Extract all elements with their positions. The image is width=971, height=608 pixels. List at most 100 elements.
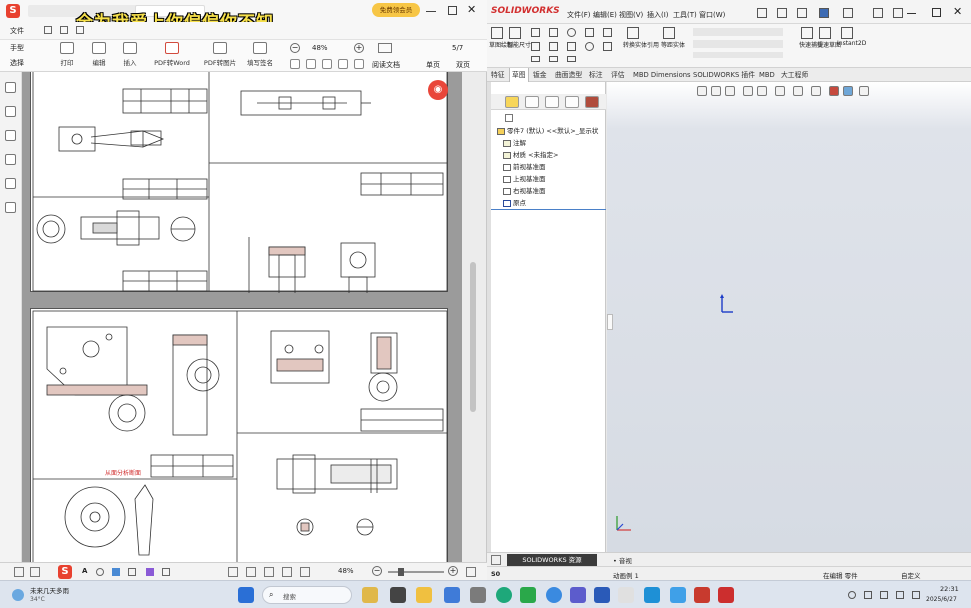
member-badge[interactable]: 免费领会员 bbox=[372, 3, 420, 17]
thumbnail-icon[interactable] bbox=[5, 82, 16, 93]
read-mode-button[interactable]: 阅读文档 bbox=[372, 60, 400, 70]
point-icon[interactable] bbox=[531, 56, 540, 62]
floating-action-icon[interactable]: ◉ bbox=[428, 80, 448, 100]
zoom-fit-icon[interactable] bbox=[697, 86, 707, 96]
instant2d-button[interactable]: Instant2D bbox=[837, 40, 866, 47]
weather-icon[interactable] bbox=[12, 589, 24, 601]
offset-entities-icon[interactable] bbox=[663, 27, 675, 39]
offset-entities-button[interactable]: 等距实体 bbox=[661, 40, 685, 49]
dynamic-annotation-icon[interactable] bbox=[757, 86, 767, 96]
start-icon[interactable] bbox=[238, 587, 254, 603]
file-explorer-icon[interactable] bbox=[416, 587, 432, 603]
app2-icon[interactable] bbox=[618, 587, 634, 603]
outline-icon[interactable] bbox=[30, 567, 40, 577]
status-zoom-in-icon[interactable]: + bbox=[448, 566, 458, 576]
thumb-panel-icon[interactable] bbox=[14, 567, 24, 577]
polygon-icon[interactable] bbox=[567, 42, 576, 51]
tray-volume-icon[interactable] bbox=[896, 591, 904, 599]
task-pane-icon[interactable] bbox=[491, 555, 501, 565]
tray-network-icon[interactable] bbox=[880, 591, 888, 599]
tree-item-top-plane[interactable]: 上视基准面 bbox=[503, 174, 546, 184]
feishu-icon[interactable] bbox=[644, 587, 660, 603]
zoom-slider[interactable] bbox=[388, 571, 444, 573]
mail-icon[interactable] bbox=[444, 587, 460, 603]
section-view-icon[interactable] bbox=[743, 86, 753, 96]
scroll-thumb[interactable] bbox=[470, 262, 476, 412]
smart-dimension-icon[interactable] bbox=[509, 27, 521, 39]
fillet-icon[interactable] bbox=[549, 42, 558, 51]
mirror-entities-item[interactable] bbox=[693, 28, 783, 36]
pdf-page-canvas[interactable]: 从面分析断面 bbox=[22, 72, 462, 562]
circle-icon[interactable] bbox=[567, 28, 576, 37]
task-view-icon[interactable] bbox=[390, 587, 406, 603]
rectangle-icon[interactable] bbox=[549, 28, 558, 37]
clock-time[interactable]: 22:31 bbox=[940, 585, 959, 593]
units-status[interactable]: 自定义 bbox=[901, 570, 921, 580]
smart-dimension-button[interactable]: 智能尺寸 bbox=[507, 40, 531, 49]
prev-page-icon[interactable] bbox=[306, 59, 316, 69]
tab-mbd-dimensions[interactable]: MBD Dimensions bbox=[631, 68, 693, 82]
search-icon[interactable] bbox=[5, 154, 16, 165]
panel-collapse-handle[interactable] bbox=[607, 314, 613, 330]
signature-icon[interactable] bbox=[5, 202, 16, 213]
open-file-icon[interactable] bbox=[797, 8, 807, 18]
tree-item-origin[interactable]: 原点 bbox=[503, 198, 526, 208]
view-settings-icon[interactable] bbox=[859, 86, 869, 96]
arc-icon[interactable] bbox=[585, 28, 594, 37]
maximize-icon[interactable] bbox=[448, 6, 457, 15]
text-icon[interactable] bbox=[603, 42, 612, 51]
fill-sign-button[interactable]: 填写签名 bbox=[244, 40, 276, 72]
insert-button[interactable]: 插入 bbox=[118, 40, 142, 72]
tab-surfaces[interactable]: 曲面造型 bbox=[553, 68, 584, 82]
menu-file[interactable]: 文件 bbox=[10, 26, 24, 36]
taskbar-search[interactable]: ⌕ 搜索 bbox=[262, 586, 352, 604]
status-zoom[interactable]: 48% bbox=[338, 567, 354, 575]
spline-icon[interactable] bbox=[603, 28, 612, 37]
brush-icon[interactable] bbox=[146, 568, 154, 576]
linear-pattern-item[interactable] bbox=[693, 40, 783, 48]
rotate-icon[interactable] bbox=[378, 43, 392, 53]
status-zoom-out-icon[interactable]: − bbox=[372, 566, 382, 576]
origin-marker-icon[interactable] bbox=[717, 292, 737, 316]
scene-icon[interactable] bbox=[843, 86, 853, 96]
hide-show-icon[interactable] bbox=[811, 86, 821, 96]
config-manager-tab-icon[interactable] bbox=[545, 96, 559, 108]
zoom-out-button[interactable]: − bbox=[290, 43, 300, 53]
tab-sketch[interactable]: 草图 bbox=[509, 68, 529, 82]
text-tool-icon[interactable]: A bbox=[82, 567, 87, 575]
ellipse-icon[interactable] bbox=[585, 42, 594, 51]
tab-sheet-metal[interactable]: 钣金 bbox=[531, 68, 549, 82]
sw-menu-edit[interactable]: 编辑(E) bbox=[593, 10, 617, 20]
tab-engineer[interactable]: 大工程师 bbox=[779, 68, 810, 82]
widgets-icon[interactable] bbox=[362, 587, 378, 603]
save-icon[interactable] bbox=[819, 8, 829, 18]
rollback-bar[interactable] bbox=[491, 209, 606, 210]
print-button[interactable]: 打印 bbox=[56, 40, 78, 72]
filter-icon[interactable] bbox=[505, 114, 513, 122]
display-manager-tab-icon[interactable] bbox=[585, 96, 599, 108]
fit-page-icon[interactable] bbox=[354, 59, 364, 69]
tray-wechat-icon[interactable] bbox=[848, 591, 856, 599]
screenshot-icon[interactable] bbox=[128, 568, 136, 576]
bookmark-icon[interactable] bbox=[5, 106, 16, 117]
comment-icon[interactable] bbox=[5, 130, 16, 141]
instant2d-icon[interactable] bbox=[841, 27, 853, 39]
dimxpert-tab-icon[interactable] bbox=[565, 96, 579, 108]
clock-date[interactable]: 2025/6/27 bbox=[926, 596, 957, 603]
zoom-in-button[interactable]: + bbox=[354, 43, 364, 53]
pdf-vertical-scrollbar[interactable] bbox=[462, 72, 486, 562]
display-style-icon[interactable] bbox=[793, 86, 803, 96]
weather-title[interactable]: 未来几天多雨 bbox=[30, 585, 69, 595]
tab-mbd[interactable]: MBD bbox=[757, 68, 777, 82]
sw-close-icon[interactable]: ✕ bbox=[953, 5, 962, 18]
property-manager-tab-icon[interactable] bbox=[525, 96, 539, 108]
word-icon[interactable] bbox=[594, 587, 610, 603]
tab-features[interactable]: 特征 bbox=[489, 68, 507, 82]
browser-icon[interactable] bbox=[546, 587, 562, 603]
fullscreen-icon[interactable] bbox=[466, 567, 476, 577]
model-tab[interactable]: 动画例 1 bbox=[613, 570, 639, 580]
previous-view-icon[interactable] bbox=[725, 86, 735, 96]
sketch-icon[interactable] bbox=[491, 27, 503, 39]
emoji-icon[interactable] bbox=[96, 568, 104, 576]
sw-maximize-icon[interactable] bbox=[932, 8, 941, 17]
